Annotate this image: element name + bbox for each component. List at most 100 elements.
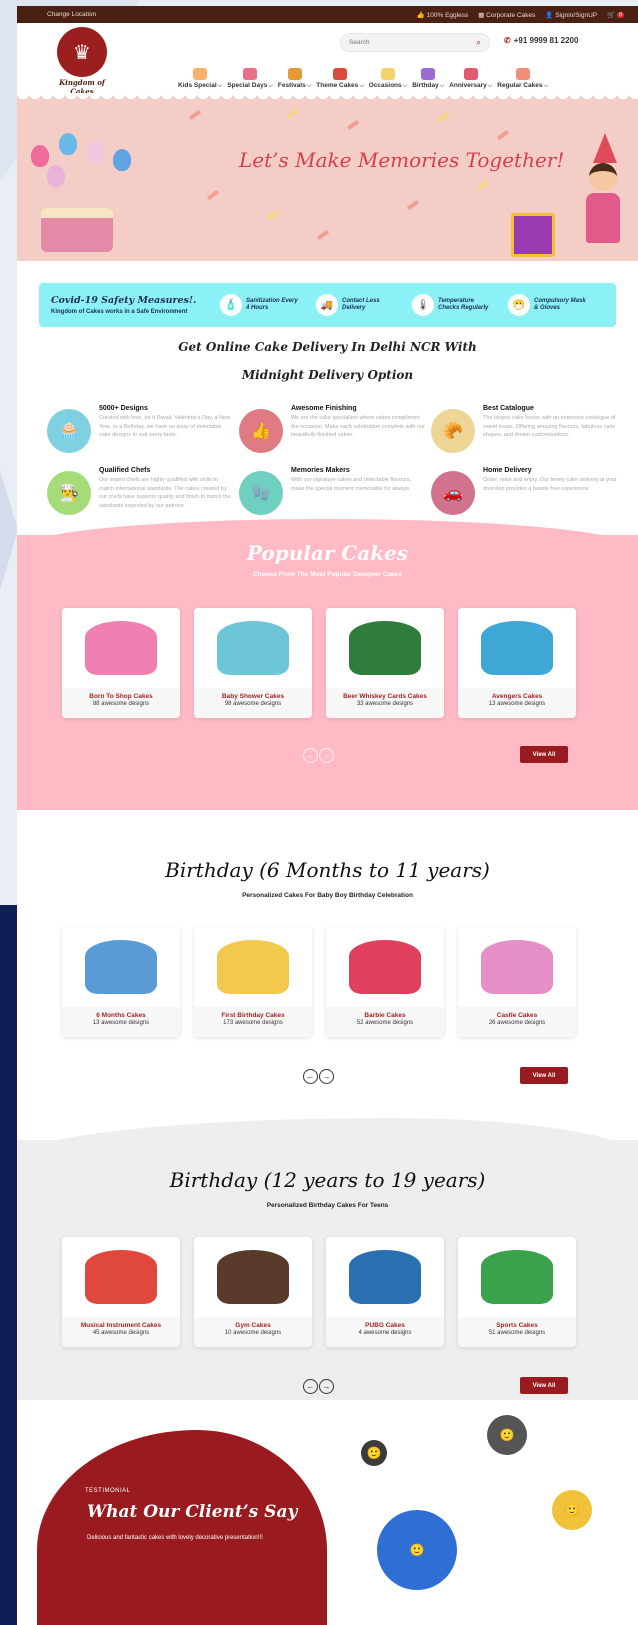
safety-banner: Covid-19 Safety Measures!. Kingdom of Ca…	[39, 283, 616, 327]
cake-image	[458, 927, 576, 1007]
phone-number[interactable]: ✆ +91 9999 81 2200	[504, 36, 578, 45]
client-avatar[interactable]: 🙂	[361, 1440, 387, 1466]
confetti-decoration	[266, 209, 280, 221]
cake-card[interactable]: Beer Whiskey Cards Cakes 33 awesome desi…	[326, 608, 444, 718]
testimonial-title: What Our Client’s Say	[87, 1502, 298, 1522]
section-subtitle: Personalized Cakes For Baby Boy Birthday…	[242, 892, 413, 899]
nav-item[interactable]: Kids Special⌵	[178, 68, 222, 90]
car-icon: 🚗	[431, 471, 475, 515]
testimonial-subtitle: Delicious and fantastic cakes with lovel…	[87, 1535, 263, 1541]
view-all-button[interactable]: View All	[520, 1067, 568, 1084]
signin-link[interactable]: 👤 Signin/SignUP	[545, 11, 597, 19]
cake-card[interactable]: Musical Instrument Cakes 45 awesome desi…	[62, 1237, 180, 1347]
feature-title: Qualified Chefs	[99, 467, 151, 474]
client-avatar[interactable]: 🙂	[552, 1490, 592, 1530]
prev-arrow-icon[interactable]: ←	[303, 1379, 318, 1394]
view-all-button[interactable]: View All	[520, 746, 568, 763]
confetti-decoration	[316, 229, 330, 241]
cake-icon	[349, 1250, 421, 1304]
cake-card-list: 6 Months Cakes 13 awesome designs First …	[17, 927, 638, 1037]
cake-image	[194, 608, 312, 688]
nav-item[interactable]: Occasions⌵	[369, 68, 407, 90]
cake-card-name: Born To Shop Cakes	[89, 693, 153, 700]
next-arrow-icon[interactable]: →	[319, 748, 334, 763]
chevron-down-icon: ⌵	[359, 83, 364, 89]
cake-image	[62, 927, 180, 1007]
site-logo[interactable]: ♛ Kingdom of Cakes	[51, 27, 113, 96]
cake-image	[194, 927, 312, 1007]
feature-item: 👍 Awesome Finishing We are the cake spec…	[239, 405, 425, 453]
nav-item[interactable]: Theme Cakes⌵	[316, 68, 364, 90]
cake-card-name: Gym Cakes	[235, 1322, 271, 1329]
cake-card-name: Sports Cakes	[496, 1322, 538, 1329]
phone-icon: ✆	[504, 36, 511, 45]
balloon-icon	[87, 141, 105, 163]
cake-image	[62, 608, 180, 688]
cake-card[interactable]: Castle Cakes 26 awesome designs	[458, 927, 576, 1037]
nav-item[interactable]: Birthday⌵	[412, 68, 444, 90]
cake-card-count: 13 awesome designs	[92, 1020, 150, 1026]
eggless-link[interactable]: 👍 100% Eggless	[417, 11, 468, 19]
cake-card-count: 13 awesome designs	[488, 701, 546, 707]
cake-card[interactable]: Born To Shop Cakes 88 awesome designs	[62, 608, 180, 718]
nav-item[interactable]: Anniversary⌵	[449, 68, 492, 90]
chevron-down-icon: ⌵	[268, 83, 273, 89]
feature-title: 5000+ Designs	[99, 405, 148, 412]
search-icon[interactable]: ⌕	[476, 37, 481, 48]
hero-banner[interactable]: Let’s Make Memories Together!	[17, 93, 638, 261]
cake-card-name: Barbie Cakes	[364, 1012, 406, 1019]
feature-title: Memories Makers	[291, 467, 350, 474]
cake-card[interactable]: PUBG Cakes 4 awesome designs	[326, 1237, 444, 1347]
site-header: ♛ Kingdom of Cakes ⌕ ✆ +91 9999 81 2200 …	[17, 23, 638, 96]
cake-card-name: Baby Shower Cakes	[221, 693, 285, 700]
birthday-kids-section: Birthday (6 Months to 11 years) Personal…	[17, 810, 638, 1110]
cake-card[interactable]: Gym Cakes 10 awesome designs	[194, 1237, 312, 1347]
confetti-decoration	[496, 129, 510, 141]
confetti-decoration	[286, 107, 300, 119]
balloon-icon	[113, 149, 131, 171]
cart-button[interactable]: 🛒 0	[607, 11, 624, 19]
cake-card[interactable]: Barbie Cakes 52 awesome designs	[326, 927, 444, 1037]
cake-card-name: Castle Cakes	[496, 1012, 538, 1019]
cake-card[interactable]: 6 Months Cakes 13 awesome designs	[62, 927, 180, 1037]
cake-card-count: 173 awesome designs	[223, 1020, 283, 1026]
client-avatar[interactable]: 🙂	[377, 1510, 457, 1590]
cake-image	[194, 1237, 312, 1317]
safety-item: 😷 Compulsory Mask & Gloves	[508, 294, 588, 316]
feature-text: With our signature cakes and delectable …	[291, 477, 412, 492]
confetti-decoration	[406, 199, 420, 211]
next-arrow-icon[interactable]: →	[319, 1069, 334, 1084]
feature-text: Our expert chefs are highly qualified wi…	[99, 477, 231, 509]
cake-card-list: Musical Instrument Cakes 45 awesome desi…	[17, 1237, 638, 1347]
section-title: Birthday (12 years to 19 years)	[169, 1168, 486, 1192]
cake-card[interactable]: First Birthday Cakes 173 awesome designs	[194, 927, 312, 1037]
corporate-cakes-link[interactable]: ▦ Corporate Cakes	[478, 11, 535, 19]
cake-card[interactable]: Avengers Cakes 13 awesome designs	[458, 608, 576, 718]
prev-arrow-icon[interactable]: ←	[303, 748, 318, 763]
chevron-down-icon: ⌵	[402, 83, 408, 89]
chevron-down-icon: ⌵	[543, 83, 549, 89]
client-avatar[interactable]: 🙂	[487, 1415, 527, 1455]
safety-title: Covid-19 Safety Measures!.	[51, 295, 197, 306]
cake-card-name: First Birthday Cakes	[221, 1012, 285, 1019]
change-location-link[interactable]: Change Location	[47, 11, 96, 18]
search-input[interactable]	[349, 39, 476, 46]
nav-category-icon	[421, 68, 436, 80]
nav-item[interactable]: Special Days⌵	[227, 68, 273, 90]
chevron-down-icon: ⌵	[217, 83, 223, 89]
cake-image	[458, 608, 576, 688]
cake-card[interactable]: Baby Shower Cakes 98 awesome designs	[194, 608, 312, 718]
nav-item[interactable]: Regular Cakes⌵	[497, 68, 548, 90]
prev-arrow-icon[interactable]: ←	[303, 1069, 318, 1084]
section-title: Birthday (6 Months to 11 years)	[165, 858, 490, 882]
chevron-down-icon: ⌵	[487, 83, 493, 89]
cake-card[interactable]: Sports Cakes 51 awesome designs	[458, 1237, 576, 1347]
feature-text: The largest cake house with an extensive…	[483, 415, 616, 439]
nav-item[interactable]: Festivals⌵	[278, 68, 311, 90]
mask-icon: 😷	[508, 294, 530, 316]
next-arrow-icon[interactable]: →	[319, 1379, 334, 1394]
balloon-icon	[31, 145, 49, 167]
safety-subtitle: Kingdom of Cakes works in a Safe Environ…	[51, 309, 188, 315]
balloon-icon	[47, 165, 65, 187]
view-all-button[interactable]: View All	[520, 1377, 568, 1394]
